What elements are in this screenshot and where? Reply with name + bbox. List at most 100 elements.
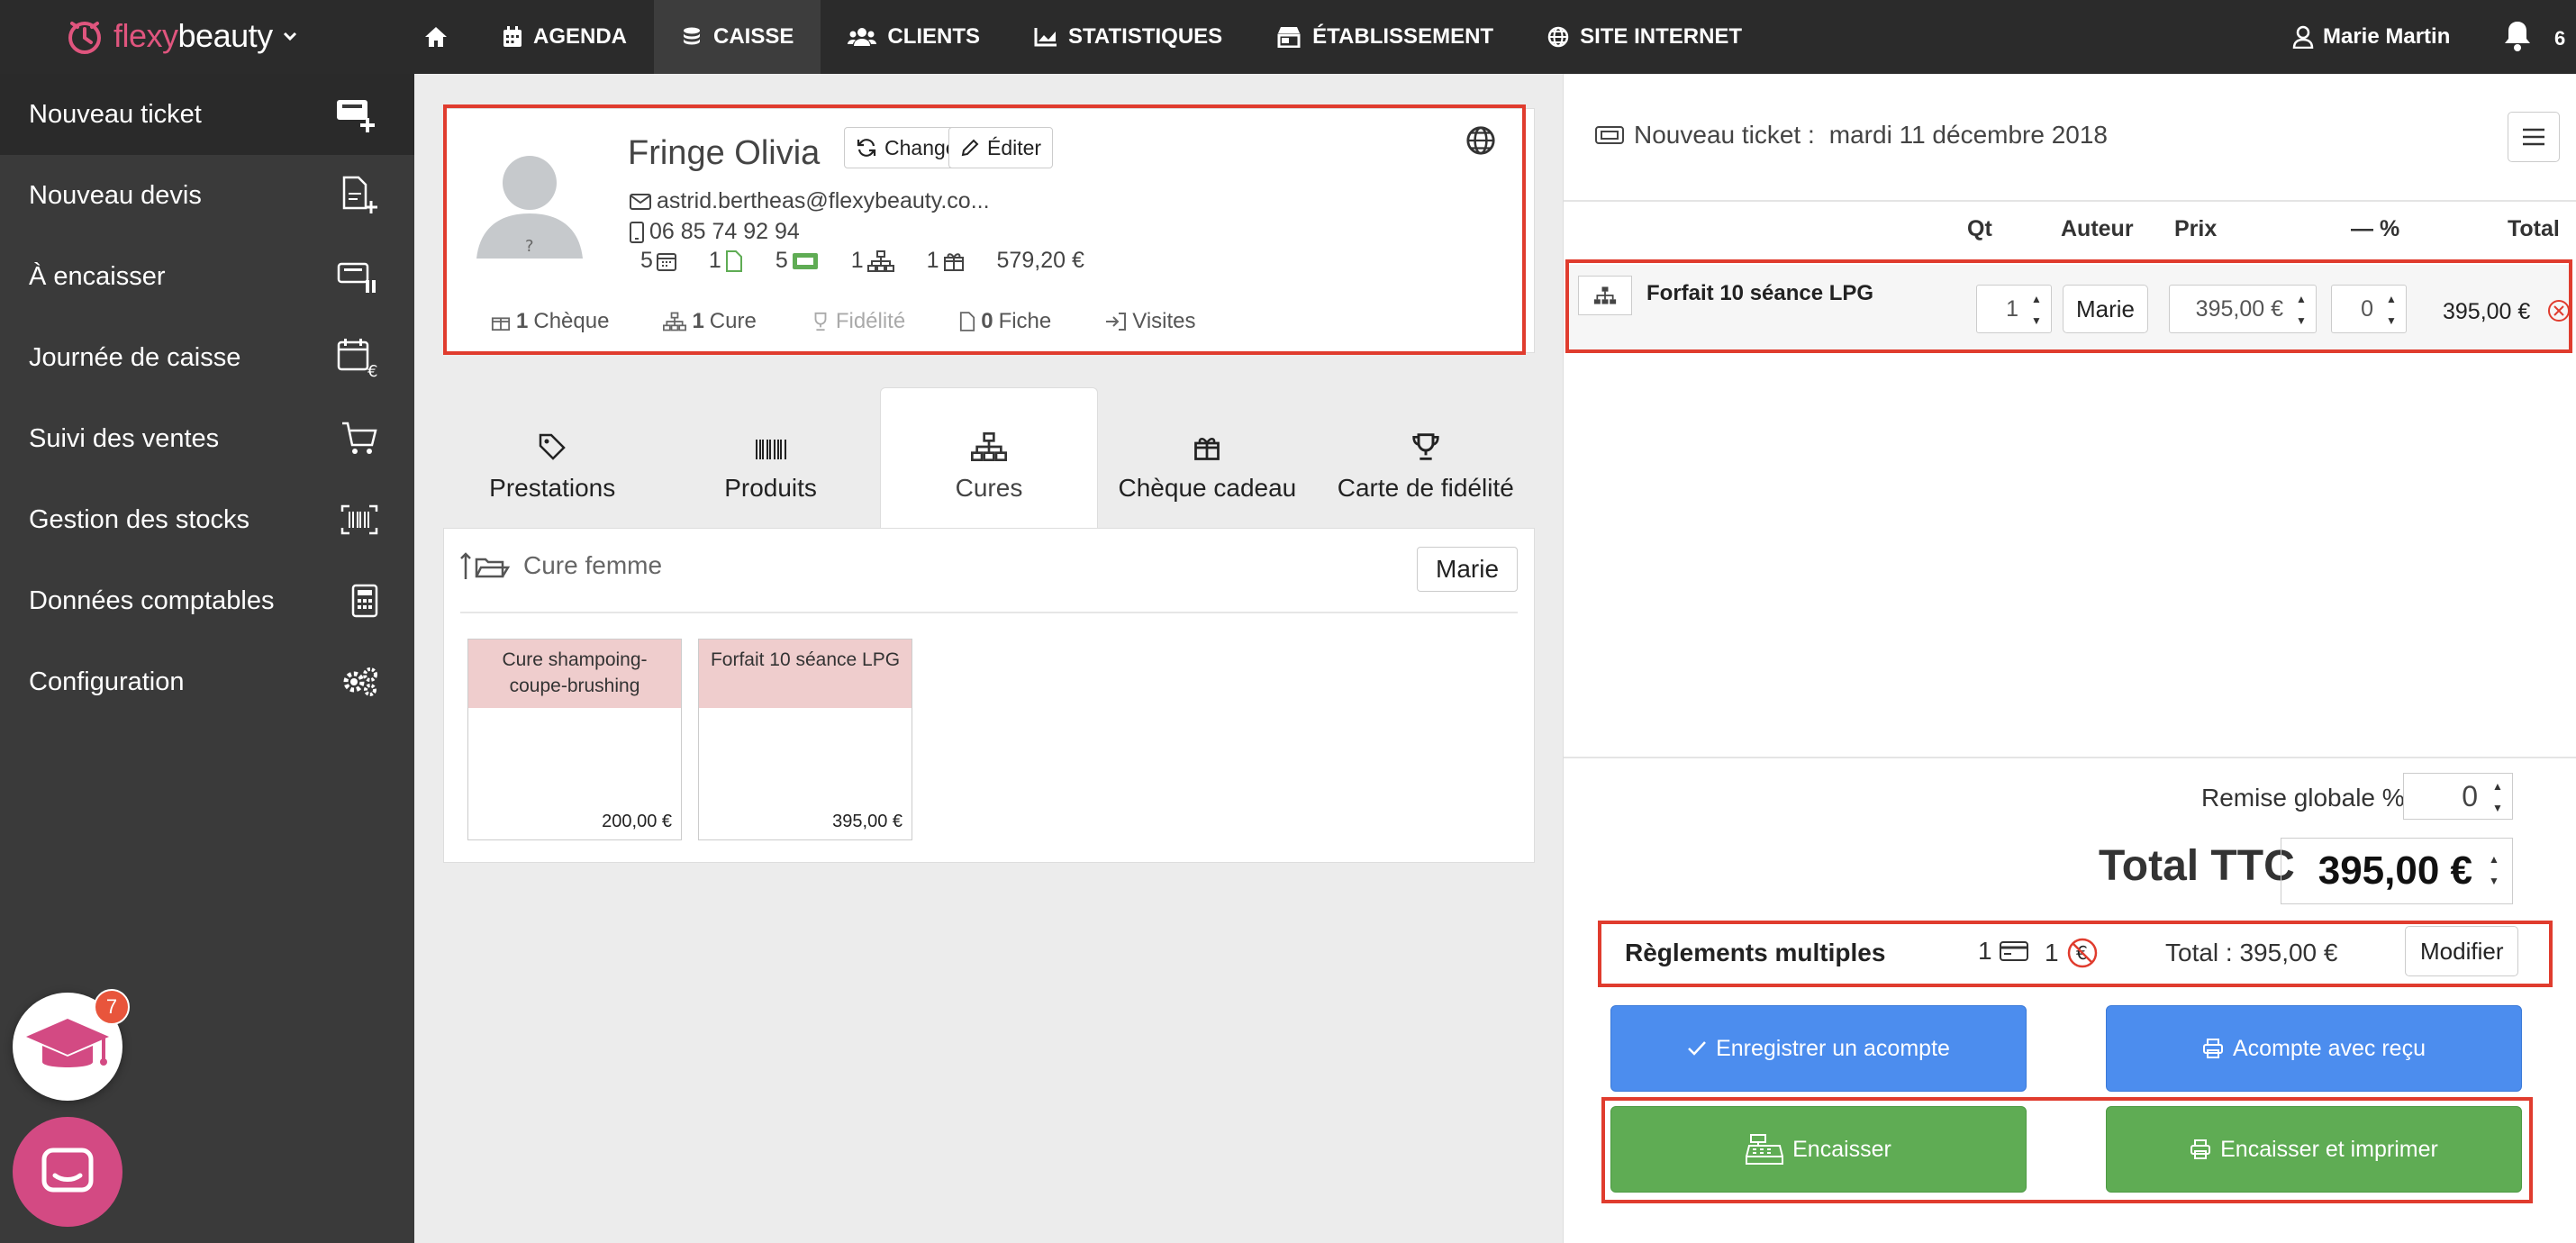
- client-name: Fringe Olivia: [628, 134, 821, 172]
- stepper-arrows-icon[interactable]: ▲ ▼: [2029, 293, 2044, 327]
- checkout-print-button[interactable]: Encaisser et imprimer: [2106, 1106, 2522, 1193]
- total-ttc-label: Total TTC: [2099, 842, 2295, 890]
- tab-cures[interactable]: Cures: [879, 387, 1099, 528]
- sidebar-item-a-encaisser[interactable]: À encaisser: [0, 236, 414, 317]
- client-phone[interactable]: 06 85 74 92 94: [630, 219, 800, 245]
- link-fiche[interactable]: 0 Fiche: [959, 309, 1051, 334]
- folder-breadcrumb[interactable]: Cure femme: [460, 550, 662, 581]
- remove-line-icon[interactable]: [2547, 299, 2571, 322]
- no-cash-icon: €: [2066, 937, 2099, 969]
- sidebar-item-configuration[interactable]: Configuration: [0, 641, 414, 722]
- home-icon: [423, 25, 449, 49]
- stepper-arrows-icon[interactable]: ▲ ▼: [2490, 780, 2505, 814]
- modify-payments-button[interactable]: Modifier: [2405, 926, 2519, 976]
- document-add-icon: [339, 176, 378, 215]
- barcode-icon: [755, 438, 787, 461]
- total-ttc-input[interactable]: 395,00 € ▲ ▼: [2281, 838, 2513, 904]
- sitemap-icon: [1578, 276, 1632, 315]
- stepper-arrows-icon[interactable]: ▲ ▼: [2487, 853, 2501, 887]
- tab-carte-fidelite[interactable]: Carte de fidélité: [1317, 387, 1535, 528]
- stepper-arrows-icon[interactable]: ▲ ▼: [2384, 293, 2399, 327]
- remise-label: Remise globale %: [2201, 784, 2405, 812]
- check-icon: [1687, 1040, 1707, 1057]
- product-tile-forfait-lpg[interactable]: Forfait 10 séance LPG 395,00 €: [698, 639, 912, 840]
- calendar-icon: [656, 251, 676, 271]
- bell-icon[interactable]: [2502, 20, 2533, 52]
- edit-client-button[interactable]: Éditer: [948, 127, 1054, 168]
- col-prix: Prix: [2174, 216, 2218, 241]
- svg-text:€: €: [367, 362, 377, 378]
- hamburger-icon: [2522, 128, 2545, 146]
- col-total: Total: [2508, 216, 2560, 241]
- logo-clock-icon: [65, 16, 104, 56]
- graduation-cap-icon: [24, 1015, 111, 1078]
- author-button[interactable]: Marie: [2063, 285, 2149, 333]
- pencil-icon: [960, 138, 980, 158]
- stat-gifts: 1: [927, 248, 965, 274]
- ticket-date[interactable]: mardi 11 décembre 2018: [1829, 121, 2108, 150]
- stat-amount: 579,20 €: [996, 248, 1084, 273]
- logo-text: flexybeauty: [113, 17, 273, 54]
- staff-select-button[interactable]: Marie: [1417, 547, 1519, 592]
- chevron-down-icon: [282, 28, 298, 44]
- avatar: ?: [471, 150, 588, 259]
- card-payment-count: 1: [1978, 937, 2028, 966]
- product-tabs: Prestations Produits Cures Chèque cadeau…: [443, 387, 1535, 528]
- sidebar-item-donnees-comptables[interactable]: Données comptables: [0, 560, 414, 641]
- ticket-menu-button[interactable]: [2508, 112, 2560, 162]
- nav-clients[interactable]: CLIENTS: [821, 0, 1007, 74]
- client-email[interactable]: astrid.bertheas@flexybeauty.co...: [630, 188, 990, 214]
- sidebar-item-journee-de-caisse[interactable]: Journée de caisse €: [0, 317, 414, 398]
- link-visites[interactable]: Visites: [1105, 309, 1196, 334]
- nav-statistiques[interactable]: STATISTIQUES: [1007, 0, 1249, 74]
- main-nav: AGENDA CAISSE CLIENTS STATISTIQUES ÉTABL…: [396, 0, 1769, 74]
- center-panel: ? Fringe Olivia Changer Éditer astrid.be…: [414, 74, 1563, 1243]
- nav-home[interactable]: [396, 0, 476, 74]
- globe-icon[interactable]: [1465, 125, 1496, 156]
- chat-button[interactable]: [13, 1117, 122, 1227]
- tab-produits[interactable]: Produits: [661, 387, 879, 528]
- cart-icon: [340, 420, 378, 458]
- trophy-icon: [1410, 432, 1441, 461]
- discount-stepper[interactable]: 0 ▲ ▼: [2331, 285, 2407, 333]
- sidebar-item-nouveau-ticket[interactable]: Nouveau ticket: [0, 74, 414, 155]
- nav-etablissement[interactable]: ÉTABLISSEMENT: [1249, 0, 1520, 74]
- user-menu[interactable]: Marie Martin: [2292, 0, 2450, 74]
- sidebar-item-gestion-des-stocks[interactable]: Gestion des stocks: [0, 479, 414, 560]
- gears-icon: [342, 667, 378, 697]
- stat-documents: 1: [709, 248, 743, 274]
- chart-icon: [1034, 27, 1057, 47]
- line-total: 395,00 €: [2443, 299, 2531, 324]
- sidebar-item-nouveau-devis[interactable]: Nouveau devis: [0, 155, 414, 236]
- nav-site-internet[interactable]: SITE INTERNET: [1520, 0, 1769, 74]
- sitemap-icon: [663, 312, 687, 331]
- price-stepper[interactable]: 395,00 € ▲ ▼: [2169, 285, 2317, 333]
- nav-caisse[interactable]: CAISSE: [654, 0, 821, 74]
- link-cure[interactable]: 1 Cure: [663, 309, 757, 334]
- nav-agenda[interactable]: AGENDA: [476, 0, 654, 74]
- envelope-icon: [630, 193, 651, 211]
- barcode-icon: [340, 504, 378, 535]
- product-tile-cure-shampoing[interactable]: Cure shampoing-coupe-brushing 200,00 €: [467, 639, 682, 840]
- tab-prestations[interactable]: Prestations: [443, 387, 661, 528]
- stepper-arrows-icon[interactable]: ▲ ▼: [2294, 293, 2308, 327]
- tag-icon: [538, 432, 567, 461]
- link-fidelite[interactable]: Fidélité: [811, 309, 905, 334]
- client-stats: 5 1 5 1 1 579,20 €: [640, 248, 1084, 274]
- tab-cheque-cadeau[interactable]: Chèque cadeau: [1098, 387, 1316, 528]
- sidebar-item-suivi-des-ventes[interactable]: Suivi des ventes: [0, 398, 414, 479]
- col-auteur: Auteur: [2061, 216, 2134, 241]
- link-cheque[interactable]: 1 Chèque: [491, 309, 609, 334]
- calculator-icon: [351, 584, 378, 618]
- gift-icon: [491, 312, 511, 331]
- remise-input[interactable]: 0 ▲ ▼: [2403, 773, 2513, 820]
- calendar-euro-icon: €: [337, 337, 378, 378]
- file-icon: [959, 312, 975, 331]
- app-logo[interactable]: flexybeauty: [65, 14, 298, 58]
- trophy-icon: [811, 312, 830, 331]
- qty-stepper[interactable]: 1 ▲ ▼: [1976, 285, 2052, 333]
- register-deposit-button[interactable]: Enregistrer un acompte: [1610, 1005, 2027, 1092]
- deposit-receipt-button[interactable]: Acompte avec reçu: [2106, 1005, 2522, 1092]
- globe-icon: [1547, 26, 1569, 48]
- checkout-button[interactable]: Encaisser: [1610, 1106, 2027, 1193]
